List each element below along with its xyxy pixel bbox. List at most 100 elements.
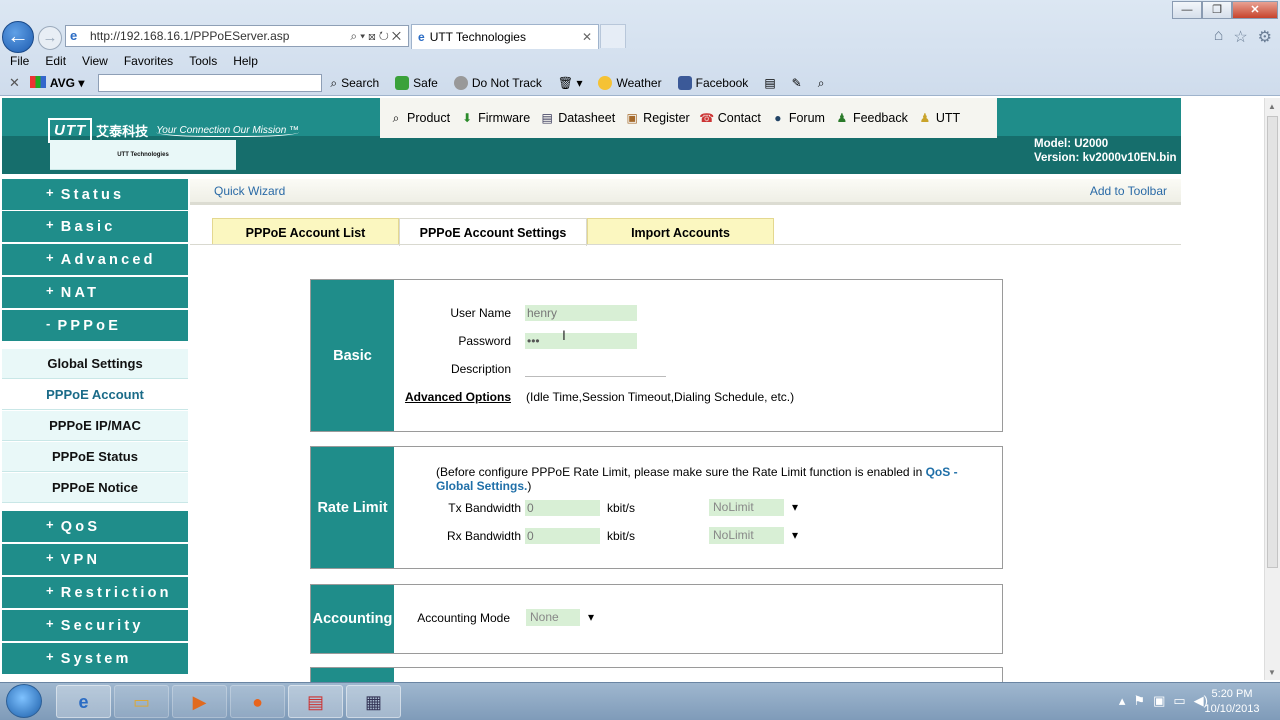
- description-input[interactable]: [525, 361, 666, 377]
- browser-tab[interactable]: e UTT Technologies ✕: [411, 24, 599, 49]
- tray-network-icon[interactable]: ▭: [1173, 693, 1185, 709]
- tab-pppoe-account-list[interactable]: PPPoE Account List: [212, 218, 399, 245]
- clipboard-icon: ▣: [626, 111, 638, 125]
- menu-file[interactable]: File: [10, 54, 29, 68]
- accounting-mode-label: Accounting Mode: [417, 611, 510, 625]
- document-taskbar-icon[interactable]: ▤: [288, 685, 343, 718]
- nav-firmware[interactable]: ⬇ Firmware: [459, 110, 530, 126]
- utt-logo[interactable]: UTT 艾泰科技 UTT Technologies Your Connection…: [48, 118, 300, 170]
- sidebar-item-status[interactable]: + Status: [2, 179, 188, 210]
- toolbar-weather-button[interactable]: Weather: [598, 76, 662, 90]
- scroll-down-icon[interactable]: ▼: [1268, 668, 1276, 677]
- page-scrollbar[interactable]: ▲ ▼: [1264, 98, 1280, 680]
- quick-wizard-link[interactable]: Quick Wizard: [214, 184, 285, 198]
- nav-utt[interactable]: ♟ UTT: [917, 110, 960, 126]
- toolbar-calculator-button[interactable]: ▤: [764, 76, 775, 90]
- restore-button[interactable]: ❐: [1202, 1, 1232, 19]
- tray-expand-icon[interactable]: ▴: [1119, 693, 1126, 709]
- nav-datasheet[interactable]: ▤ Datasheet: [539, 110, 616, 126]
- scroll-up-icon[interactable]: ▲: [1268, 102, 1276, 111]
- sidebar-item-vpn[interactable]: + VPN: [2, 544, 188, 575]
- rx-limit-select[interactable]: NoLimit: [709, 527, 802, 544]
- sidebar-sub-pppoe-account[interactable]: PPPoE Account: [2, 380, 188, 410]
- close-window-button[interactable]: ✕: [1232, 1, 1278, 19]
- nav-feedback[interactable]: ♟ Feedback: [834, 110, 908, 126]
- favorites-star-icon[interactable]: ☆: [1233, 27, 1247, 47]
- tx-bandwidth-input[interactable]: 0: [525, 500, 600, 516]
- calculator-icon: ▤: [764, 76, 776, 90]
- trash-icon: 🗑 ▾: [557, 76, 583, 90]
- rx-bandwidth-input[interactable]: 0: [525, 528, 600, 544]
- toolbar-facebook-button[interactable]: Facebook: [677, 76, 748, 90]
- start-button[interactable]: [6, 684, 42, 718]
- firefox-taskbar-icon[interactable]: ●: [230, 685, 285, 718]
- new-tab-button[interactable]: [600, 24, 626, 48]
- toolbar-search-button[interactable]: ⌕ Search: [330, 76, 379, 91]
- sidebar-item-nat[interactable]: + NAT: [2, 277, 188, 308]
- system-tray: ▴ ⚑ ▣ ▭ ◀): [1119, 693, 1208, 709]
- close-tab-icon[interactable]: ✕: [582, 30, 592, 44]
- sidebar-item-basic[interactable]: + Basic: [2, 211, 188, 242]
- back-button[interactable]: ←: [2, 21, 34, 53]
- sidebar-item-advanced[interactable]: + Advanced: [2, 244, 188, 275]
- settings-gear-icon[interactable]: ⚙: [1258, 27, 1272, 47]
- ie-taskbar-icon[interactable]: e: [56, 685, 111, 718]
- tray-usb-icon[interactable]: ▣: [1153, 693, 1165, 709]
- remote-desktop-taskbar-icon[interactable]: ▦: [346, 685, 401, 718]
- home-icon[interactable]: ⌂: [1214, 27, 1224, 47]
- scroll-thumb[interactable]: [1267, 116, 1278, 568]
- accounting-mode-select[interactable]: None: [526, 609, 598, 626]
- toolbar-notepad-button[interactable]: ✎: [792, 76, 802, 90]
- menu-favorites[interactable]: Favorites: [124, 54, 173, 68]
- minimize-button[interactable]: —: [1172, 1, 1202, 19]
- password-label: Password: [458, 334, 511, 348]
- logo-slogan: Your Connection Our Mission ™: [156, 124, 300, 137]
- tab-import-accounts[interactable]: Import Accounts: [587, 218, 774, 245]
- menu-help[interactable]: Help: [233, 54, 258, 68]
- url-text[interactable]: http://192.168.16.1/PPPoEServer.asp: [90, 29, 350, 43]
- rx-bandwidth-label: Rx Bandwidth: [446, 529, 521, 543]
- nav-register[interactable]: ▣ Register: [624, 110, 690, 126]
- rx-unit: kbit/s: [607, 529, 636, 543]
- sidebar-item-pppoe[interactable]: - PPPoE: [2, 310, 188, 341]
- avg-toolbar: ✕ AVG ▾ ⌕ Search Safe Do Not Track 🗑 ▾ We…: [0, 71, 1280, 95]
- close-toolbar-icon[interactable]: ✕: [9, 75, 20, 91]
- address-bar[interactable]: e http://192.168.16.1/PPPoEServer.asp ⌕▾…: [65, 25, 409, 47]
- media-player-taskbar-icon[interactable]: ▶: [172, 685, 227, 718]
- avg-label: AVG: [49, 76, 76, 90]
- text-cursor-icon: I: [562, 327, 566, 343]
- tx-limit-select[interactable]: NoLimit: [709, 499, 802, 516]
- nav-product[interactable]: ⌕ Product: [388, 110, 450, 126]
- toolbar-safe-button[interactable]: Safe: [395, 76, 438, 90]
- menu-view[interactable]: View: [82, 54, 108, 68]
- sidebar-sub-pppoe-status[interactable]: PPPoE Status: [2, 442, 188, 472]
- sidebar-item-security[interactable]: + Security: [2, 610, 188, 641]
- sidebar-sub-pppoe-ipmac[interactable]: PPPoE IP/MAC: [2, 411, 188, 441]
- tab-pppoe-account-settings[interactable]: PPPoE Account Settings: [399, 218, 587, 246]
- toolbar-snip-button[interactable]: ⌕: [818, 76, 825, 91]
- toolbar-search-input[interactable]: [98, 74, 323, 92]
- sidebar-sub-pppoe-notice[interactable]: PPPoE Notice: [2, 473, 188, 503]
- toolbar-donottrack-button[interactable]: Do Not Track: [453, 76, 542, 90]
- taskbar-clock[interactable]: 5:20 PM 10/10/2013: [1200, 687, 1264, 717]
- nav-forum[interactable]: ● Forum: [770, 110, 825, 126]
- sidebar-item-system[interactable]: + System: [2, 643, 188, 674]
- avg-logo[interactable]: AVG ▾: [29, 76, 84, 90]
- sidebar-item-restriction[interactable]: + Restriction: [2, 577, 188, 608]
- forward-button[interactable]: →: [38, 26, 62, 50]
- sidebar-item-qos[interactable]: + QoS: [2, 511, 188, 542]
- sidebar-sub-global-settings[interactable]: Global Settings: [2, 349, 188, 379]
- password-input[interactable]: •••: [525, 333, 637, 349]
- clock-time: 5:20 PM: [1211, 688, 1253, 700]
- address-tools-icon[interactable]: ⌕▾⊠↻✕: [350, 29, 404, 44]
- add-to-toolbar-link[interactable]: Add to Toolbar: [1090, 184, 1167, 198]
- explorer-taskbar-icon[interactable]: ▭: [114, 685, 169, 718]
- advanced-options-link[interactable]: Advanced Options: [400, 390, 511, 404]
- username-input[interactable]: henry: [525, 305, 637, 321]
- menu-tools[interactable]: Tools: [189, 54, 217, 68]
- description-label: Description: [450, 362, 511, 376]
- tray-flag-icon[interactable]: ⚑: [1133, 693, 1145, 709]
- menu-edit[interactable]: Edit: [45, 54, 66, 68]
- toolbar-trash-button[interactable]: 🗑 ▾: [558, 76, 583, 90]
- nav-contact[interactable]: ☎ Contact: [699, 110, 761, 126]
